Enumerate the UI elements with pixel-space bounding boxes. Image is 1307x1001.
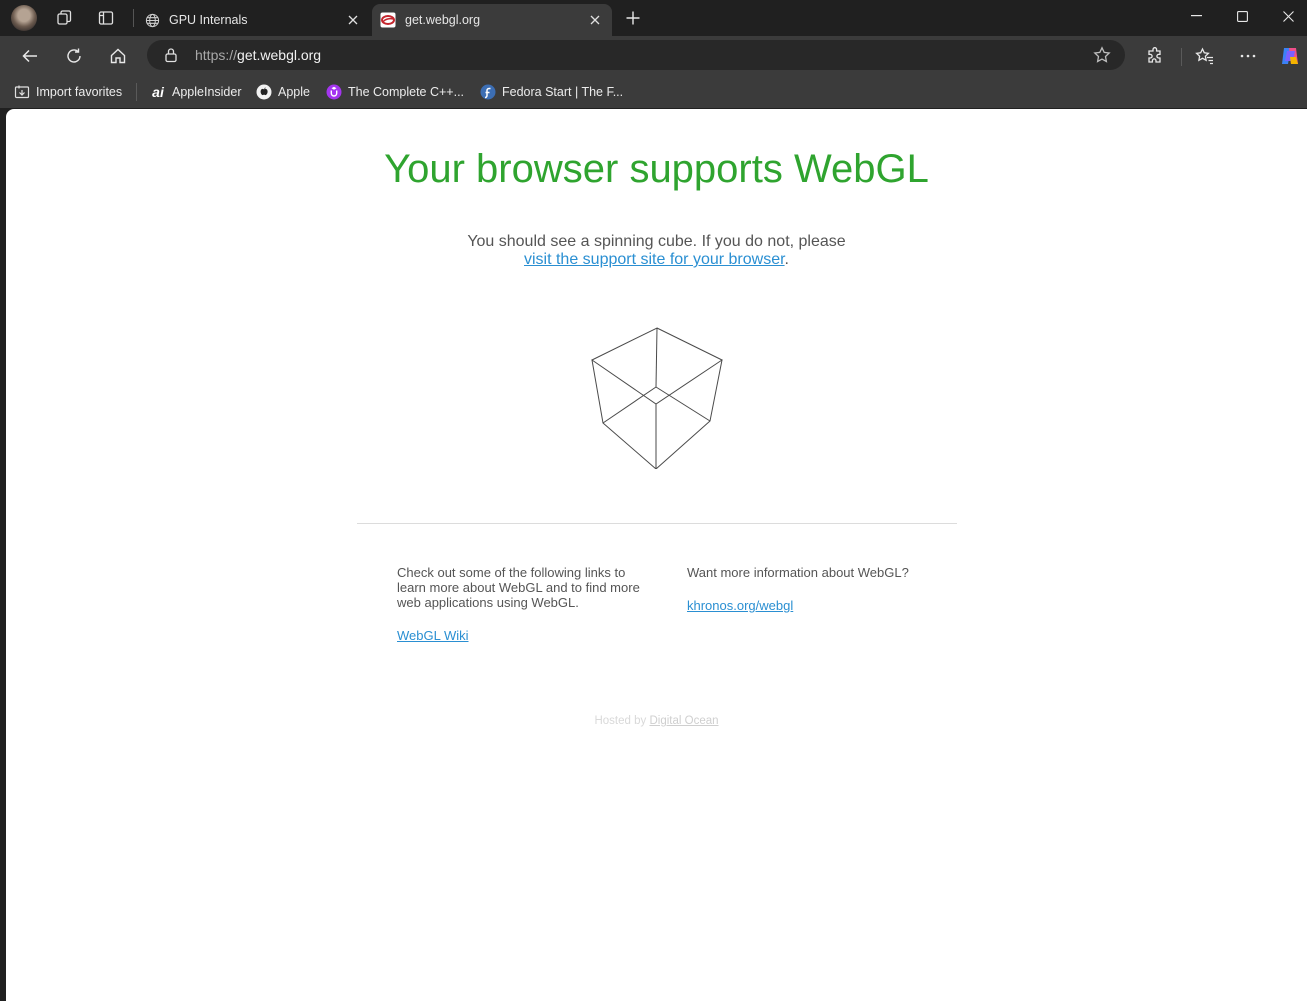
page-title: Your browser supports WebGL bbox=[384, 147, 929, 191]
bookmark-import-favorites[interactable]: Import favorites bbox=[14, 82, 122, 102]
bookmark-label: Import favorites bbox=[36, 85, 123, 99]
right-info-column: Want more information about WebGL? khron… bbox=[687, 565, 927, 613]
home-icon[interactable] bbox=[102, 42, 134, 70]
new-tab-icon[interactable] bbox=[621, 6, 645, 30]
copilot-icon[interactable] bbox=[1274, 42, 1306, 70]
bookmark-fedora[interactable]: Fedora Start | The F... bbox=[480, 82, 623, 102]
bookmark-label: AppleInsider bbox=[172, 85, 242, 99]
url-host: get.webgl.org bbox=[237, 47, 322, 63]
url-scheme: https:// bbox=[195, 47, 238, 63]
page-viewport: Your browser supports WebGL You should s… bbox=[6, 109, 1307, 1001]
lock-icon[interactable] bbox=[164, 47, 178, 68]
extensions-icon[interactable] bbox=[1139, 42, 1171, 70]
minimize-icon[interactable] bbox=[1173, 0, 1219, 32]
digital-ocean-link[interactable]: Digital Ocean bbox=[649, 715, 718, 727]
bookmark-complete-cpp[interactable]: The Complete C++... bbox=[326, 82, 464, 102]
tab-gpu-internals[interactable]: GPU Internals bbox=[136, 4, 370, 36]
address-bar[interactable]: https://get.webgl.org bbox=[147, 40, 1125, 70]
vertical-tabs-icon[interactable] bbox=[94, 6, 118, 30]
favorite-star-icon[interactable] bbox=[1093, 46, 1111, 69]
intro-text: You should see a spinning cube. If you d… bbox=[467, 233, 846, 250]
bookmark-label: Apple bbox=[278, 85, 310, 99]
apple-icon bbox=[256, 84, 272, 100]
tab-get-webgl[interactable]: get.webgl.org bbox=[372, 4, 612, 36]
tab-separator bbox=[133, 9, 134, 27]
tab-strip: GPU Internals get.webgl.org bbox=[0, 0, 1307, 36]
bookmark-appleinsider[interactable]: ai AppleInsider bbox=[150, 82, 242, 102]
hosted-prefix: Hosted by bbox=[594, 715, 650, 727]
intro-message: You should see a spinning cube. If you d… bbox=[6, 233, 1307, 269]
refresh-icon[interactable] bbox=[58, 42, 90, 70]
udemy-icon bbox=[326, 84, 342, 100]
left-info-column: Check out some of the following links to… bbox=[397, 565, 645, 643]
close-window-icon[interactable] bbox=[1265, 0, 1307, 32]
import-icon bbox=[14, 84, 30, 100]
globe-icon bbox=[144, 12, 160, 28]
navigation-toolbar: https://get.webgl.org bbox=[0, 36, 1307, 76]
bookmark-label: The Complete C++... bbox=[348, 85, 465, 99]
left-column-text: Check out some of the following links to… bbox=[397, 565, 640, 610]
bookmark-separator bbox=[136, 83, 137, 101]
more-options-icon[interactable] bbox=[1232, 42, 1264, 70]
webgl-site-icon bbox=[380, 12, 396, 28]
hosted-by-footer: Hosted by Digital Ocean bbox=[6, 715, 1307, 727]
tab-title: GPU Internals bbox=[169, 13, 248, 27]
toolbar-separator bbox=[1181, 48, 1182, 66]
right-column-text: Want more information about WebGL? bbox=[687, 565, 909, 580]
intro-end: . bbox=[784, 251, 789, 268]
favorites-bar: Import favorites ai AppleInsider Apple T… bbox=[0, 76, 1307, 108]
favorites-icon[interactable] bbox=[1188, 42, 1220, 70]
close-tab-icon[interactable] bbox=[584, 9, 606, 31]
back-icon[interactable] bbox=[14, 42, 46, 70]
profile-avatar[interactable] bbox=[11, 5, 37, 31]
support-site-link[interactable]: visit the support site for your browser bbox=[524, 251, 785, 268]
bookmark-apple[interactable]: Apple bbox=[256, 82, 310, 102]
workspaces-icon[interactable] bbox=[52, 6, 76, 30]
content-divider bbox=[357, 523, 957, 524]
url-text[interactable]: https://get.webgl.org bbox=[195, 47, 321, 63]
fedora-icon bbox=[480, 84, 496, 100]
close-tab-icon[interactable] bbox=[342, 9, 364, 31]
webgl-wiki-link[interactable]: WebGL Wiki bbox=[397, 628, 469, 643]
khronos-link[interactable]: khronos.org/webgl bbox=[687, 598, 793, 613]
spinning-cube-canvas bbox=[591, 327, 723, 469]
tab-title: get.webgl.org bbox=[405, 13, 481, 27]
maximize-icon[interactable] bbox=[1219, 0, 1265, 32]
appleinsider-icon: ai bbox=[152, 84, 164, 100]
bookmark-label: Fedora Start | The F... bbox=[502, 85, 624, 99]
